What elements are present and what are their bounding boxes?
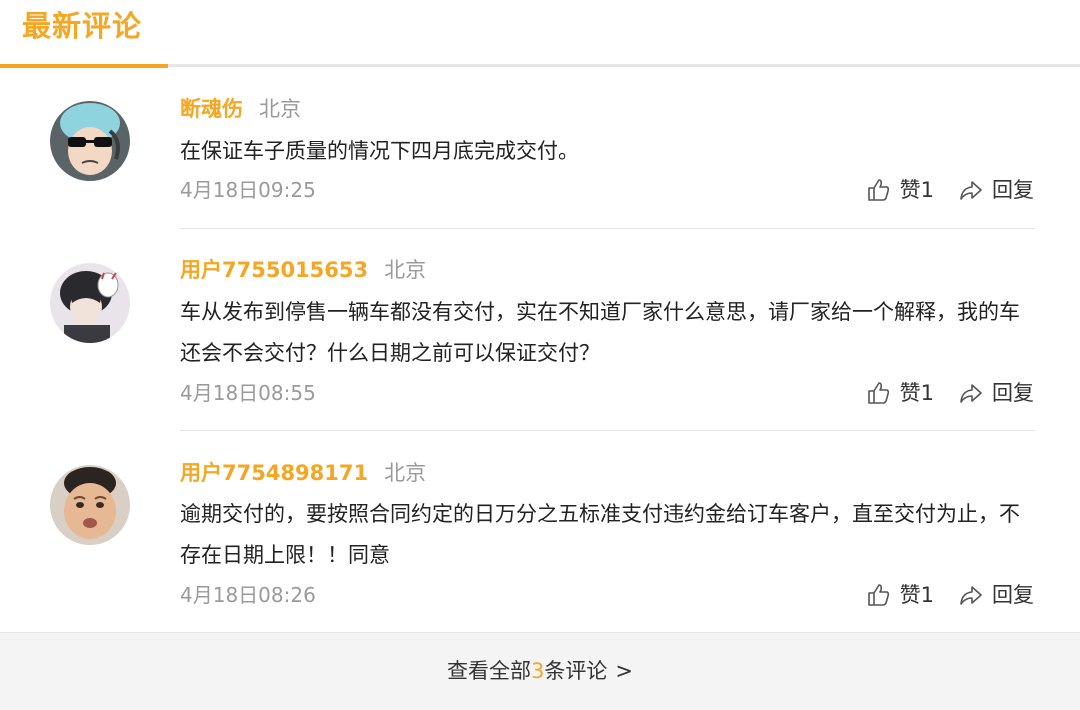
thumbs-up-icon — [867, 584, 889, 606]
comment-header: 断魂伤 北京 — [180, 93, 301, 125]
like-button[interactable]: 赞1 — [866, 377, 934, 409]
like-count: 赞1 — [899, 583, 934, 607]
comment-count: 3 — [531, 659, 545, 683]
comment-location: 北京 — [259, 97, 301, 121]
reply-button[interactable]: 回复 — [958, 377, 1034, 409]
avatar[interactable] — [50, 263, 130, 343]
comments-header: 最新评论 — [0, 0, 1080, 68]
like-button[interactable]: 赞1 — [866, 174, 934, 206]
comment-text: 车从发布到停售一辆车都没有交付，实在不知道厂家什么意思，请厂家给一个解释，我的车… — [180, 300, 1020, 365]
like-count: 赞1 — [899, 178, 934, 202]
comment-text: 逾期交付的，要按照合同约定的日万分之五标准支付违约金给订车客户，直至交付为止，不… — [180, 502, 1020, 567]
comment-location: 北京 — [384, 461, 427, 485]
avatar-image — [50, 101, 130, 181]
reply-arrow-icon — [960, 384, 982, 403]
comment-actions: 赞1 回复 — [866, 174, 1034, 206]
comment-header: 用户7754898171 北京 — [180, 457, 426, 489]
reply-button[interactable]: 回复 — [958, 579, 1034, 611]
comment-header: 用户7755015653 北京 — [180, 254, 426, 286]
avatar-image — [50, 263, 130, 343]
comment-time: 4月18日08:26 — [180, 583, 316, 607]
avatar[interactable] — [50, 101, 130, 181]
comment-username[interactable]: 断魂伤 — [180, 97, 243, 121]
avatar[interactable] — [50, 465, 130, 545]
avatar-image — [50, 465, 130, 545]
view-all-suffix: 条评论 — [544, 659, 608, 683]
like-button[interactable]: 赞1 — [866, 579, 934, 611]
view-all-comments-button[interactable]: 查看全部3条评论 > — [0, 632, 1080, 710]
reply-button[interactable]: 回复 — [958, 174, 1034, 206]
comment-actions: 赞1 回复 — [866, 377, 1034, 409]
comment-meta: 4月18日09:25 赞1 回复 — [180, 174, 1038, 206]
like-count: 赞1 — [899, 381, 934, 405]
comment-divider — [180, 228, 1035, 229]
comment-divider — [180, 430, 1035, 431]
reply-arrow-icon — [960, 181, 982, 200]
comment-time: 4月18日08:55 — [180, 381, 316, 405]
comment-username[interactable]: 用户7754898171 — [180, 461, 368, 485]
comment-location: 北京 — [384, 258, 427, 282]
comment-actions: 赞1 回复 — [866, 579, 1034, 611]
reply-label: 回复 — [992, 583, 1034, 607]
chevron-right-icon: > — [615, 659, 633, 683]
reply-arrow-icon — [960, 586, 982, 605]
thumbs-up-icon — [867, 179, 889, 201]
reply-label: 回复 — [992, 178, 1034, 202]
comment-meta: 4月18日08:55 赞1 回复 — [180, 377, 1038, 409]
comment-username[interactable]: 用户7755015653 — [180, 258, 368, 282]
thumbs-up-icon — [867, 382, 889, 404]
comment-text: 在保证车子质量的情况下四月底完成交付。 — [180, 139, 579, 163]
comment-time: 4月18日09:25 — [180, 178, 316, 202]
section-title: 最新评论 — [22, 9, 143, 43]
view-all-prefix: 查看全部 — [447, 659, 531, 683]
comment-meta: 4月18日08:26 赞1 回复 — [180, 579, 1038, 611]
reply-label: 回复 — [992, 381, 1034, 405]
header-accent-bar — [0, 64, 168, 68]
